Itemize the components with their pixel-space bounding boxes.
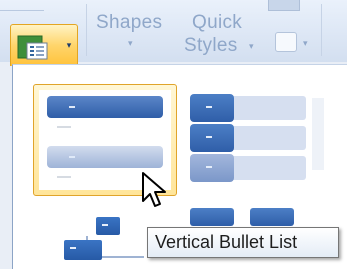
block-list-block [190, 208, 234, 226]
arrow-pointer-icon [142, 172, 166, 207]
ribbon-separator [86, 4, 87, 56]
ribbon-top-edge [0, 0, 44, 11]
stacked-list-bar [230, 96, 306, 120]
stacked-list-bar [230, 156, 306, 180]
smartart-layout-icon [17, 35, 48, 60]
chevron-down-icon[interactable]: ▾ [63, 38, 75, 52]
bullet-bar-1 [47, 96, 163, 118]
ribbon-separator [321, 4, 322, 56]
shapes-dropdown-icon[interactable]: ▾ [128, 38, 133, 49]
quick-styles-label-line2[interactable]: Styles [184, 35, 238, 57]
stacked-list-block [190, 124, 234, 152]
hierarchy-node [96, 217, 120, 235]
layout-tooltip: Vertical Bullet List [147, 227, 339, 258]
stacked-list-block [190, 154, 234, 182]
swatch-dropdown-icon[interactable]: ▾ [303, 38, 308, 49]
quick-styles-dropdown-icon[interactable]: ▾ [249, 41, 254, 52]
bullet-bar-2 [47, 146, 163, 168]
shape-style-swatch[interactable] [275, 32, 297, 52]
bullet-subtext-2 [57, 176, 71, 178]
shapes-label[interactable]: Shapes [96, 12, 162, 34]
stacked-list-block [190, 94, 234, 122]
ribbon: ▾ Shapes ▾ Quick Styles ▾ ▾ [0, 0, 347, 66]
quick-styles-label-line1[interactable]: Quick [192, 12, 242, 34]
block-list-block [250, 208, 294, 226]
bullet-subtext-1 [57, 126, 71, 128]
smartart-layout-button[interactable]: ▾ [10, 24, 78, 66]
ribbon-top-tab [268, 0, 300, 11]
stacked-list-bar [230, 126, 306, 150]
hierarchy-node [64, 240, 102, 260]
gallery-next-column [312, 98, 324, 170]
